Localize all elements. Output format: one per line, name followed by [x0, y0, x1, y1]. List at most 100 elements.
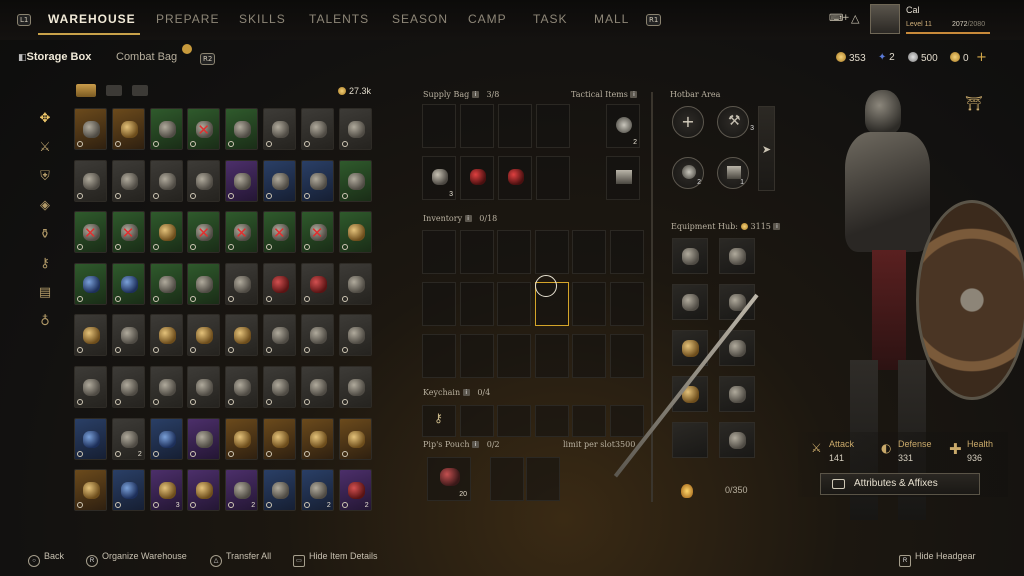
organize-hint[interactable]: R Organize Warehouse — [86, 551, 187, 567]
tab-combat-bag[interactable]: Combat Bag — [116, 51, 177, 63]
storage-page-2-icon[interactable] — [106, 85, 122, 96]
inventory-slot[interactable] — [609, 282, 644, 326]
hotbar-expand-arrow[interactable]: ➤ — [758, 106, 775, 191]
storage-slot[interactable]: 2 — [300, 469, 334, 512]
equipment-slot[interactable] — [672, 284, 708, 320]
storage-slot[interactable] — [300, 108, 334, 150]
equipment-slot[interactable] — [719, 376, 755, 412]
inventory-slot[interactable] — [609, 334, 644, 378]
storage-slot[interactable]: 3 — [149, 469, 183, 512]
storage-slot[interactable] — [225, 159, 259, 202]
info-icon[interactable]: i — [462, 389, 470, 396]
keychain-slot[interactable]: ⚷ — [422, 405, 456, 437]
hide-headgear-hint[interactable]: R Hide Headgear — [899, 551, 976, 567]
transfer-hint[interactable]: △ Transfer All — [210, 551, 271, 567]
keychain-slot[interactable] — [534, 405, 569, 437]
equipment-slot[interactable] — [672, 422, 708, 458]
inventory-slot[interactable] — [534, 230, 569, 274]
storage-page-1-icon[interactable] — [76, 84, 96, 97]
hotbar-slot-rune[interactable]: 2 — [672, 157, 704, 189]
supply-slot[interactable] — [422, 104, 456, 148]
storage-slot[interactable] — [300, 262, 334, 305]
back-hint[interactable]: ○ Back — [28, 551, 64, 567]
storage-slot[interactable] — [300, 314, 334, 357]
inventory-slot[interactable] — [534, 334, 569, 378]
storage-slot[interactable]: ✕ — [225, 211, 259, 254]
tab-season[interactable]: SEASON — [392, 12, 448, 26]
storage-slot[interactable] — [338, 108, 372, 150]
category-key-icon[interactable]: ⚷ — [37, 256, 53, 272]
storage-slot[interactable] — [149, 417, 183, 460]
inventory-slot[interactable] — [422, 334, 456, 378]
storage-slot[interactable] — [225, 108, 259, 150]
storage-slot[interactable]: 2 — [338, 469, 372, 512]
equipment-slot[interactable] — [719, 422, 755, 458]
tab-skills[interactable]: SKILLS — [239, 12, 286, 26]
storage-slot[interactable] — [263, 262, 296, 305]
pouch-slot-2[interactable] — [490, 457, 524, 501]
storage-slot[interactable]: ✕ — [187, 211, 221, 254]
keychain-slot[interactable] — [572, 405, 606, 437]
supply-slot[interactable] — [536, 156, 570, 200]
inventory-slot[interactable] — [459, 334, 494, 378]
storage-slot[interactable] — [187, 469, 221, 512]
storage-slot[interactable]: ✕ — [187, 108, 221, 150]
storage-slot[interactable] — [263, 314, 296, 357]
tactical-slot[interactable]: 2 — [606, 104, 640, 148]
pouch-slot-1[interactable]: 20 — [427, 457, 471, 501]
storage-slot[interactable] — [149, 366, 183, 408]
storage-slot[interactable] — [149, 108, 183, 150]
storage-slot[interactable]: ✕ — [300, 211, 334, 254]
storage-slot[interactable] — [338, 262, 372, 305]
storage-slot[interactable] — [338, 314, 372, 357]
storage-slot[interactable] — [74, 159, 107, 202]
storage-slot[interactable] — [149, 211, 183, 254]
storage-slot[interactable] — [74, 262, 107, 305]
tab-prepare[interactable]: PREPARE — [156, 12, 219, 26]
storage-slot[interactable] — [338, 417, 372, 460]
headgear-toggle-icon[interactable]: ⛩ — [965, 96, 983, 112]
hide-details-hint[interactable]: ▭ Hide Item Details — [293, 551, 378, 567]
keychain-slot[interactable] — [609, 405, 644, 437]
storage-slot[interactable] — [187, 417, 221, 460]
inventory-slot[interactable] — [572, 282, 606, 326]
keychain-slot[interactable] — [459, 405, 494, 437]
storage-slot[interactable] — [111, 314, 145, 357]
inventory-slot[interactable] — [459, 282, 494, 326]
inventory-slot[interactable] — [422, 282, 456, 326]
storage-slot[interactable] — [149, 159, 183, 202]
storage-slot[interactable]: ✕ — [263, 211, 296, 254]
storage-slot[interactable] — [263, 417, 296, 460]
inventory-slot[interactable] — [572, 334, 606, 378]
info-icon[interactable]: i — [472, 441, 480, 448]
storage-slot[interactable] — [149, 262, 183, 305]
storage-slot[interactable] — [111, 159, 145, 202]
storage-slot[interactable] — [74, 314, 107, 357]
storage-slot[interactable] — [263, 366, 296, 408]
storage-page-3-icon[interactable] — [132, 85, 148, 96]
equipment-slot[interactable] — [672, 238, 708, 274]
tactical-slot[interactable] — [606, 156, 640, 200]
storage-slot[interactable] — [187, 366, 221, 408]
supply-slot[interactable] — [498, 104, 532, 148]
storage-slot[interactable] — [74, 366, 107, 408]
category-pouch-icon[interactable]: ♁ — [37, 314, 53, 330]
storage-slot[interactable] — [74, 469, 107, 512]
panel-scrollbar[interactable] — [651, 92, 653, 502]
keychain-slot[interactable] — [497, 405, 531, 437]
inventory-slot[interactable] — [497, 334, 531, 378]
supply-slot[interactable] — [536, 104, 570, 148]
info-icon[interactable]: i — [464, 215, 472, 222]
tab-task[interactable]: TASK — [533, 12, 567, 26]
storage-slot[interactable] — [300, 159, 334, 202]
attributes-button[interactable]: Attributes & Affixes — [820, 473, 980, 495]
tab-storage-box[interactable]: ◧Storage Box — [18, 51, 91, 63]
storage-slot[interactable] — [300, 366, 334, 408]
triangle-button-icon[interactable]: △ — [851, 12, 859, 25]
storage-slot[interactable] — [74, 417, 107, 460]
storage-slot[interactable] — [225, 262, 259, 305]
storage-slot[interactable] — [338, 211, 372, 254]
category-armor-icon[interactable]: ⛨ — [37, 169, 53, 185]
storage-slot[interactable]: 2 — [111, 417, 145, 460]
storage-slot[interactable] — [111, 262, 145, 305]
